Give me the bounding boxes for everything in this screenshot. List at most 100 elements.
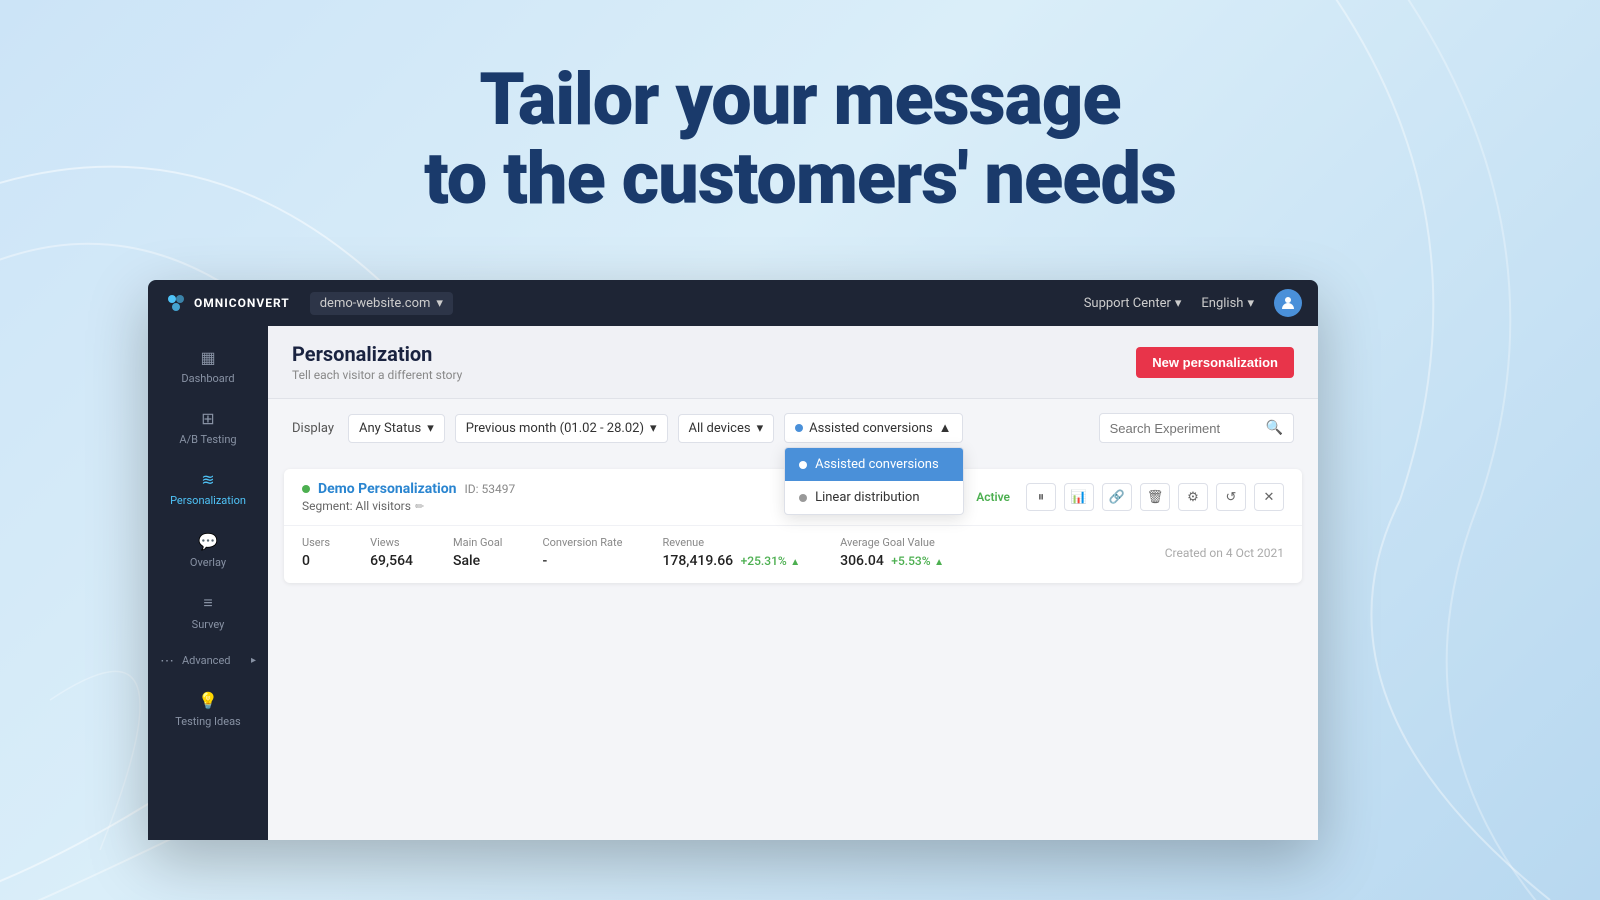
users-value: 0 — [302, 553, 330, 569]
created-date: Created on 4 Oct 2021 — [1165, 546, 1284, 560]
sidebar-label-advanced: Advanced — [182, 654, 230, 667]
device-filter[interactable]: All devices ▾ — [678, 414, 775, 443]
conv-rate-label: Conversion Rate — [542, 536, 622, 549]
filter-bar: Display Any Status ▾ Previous month (01.… — [268, 399, 1318, 457]
hero-line1: Tailor your message — [479, 57, 1120, 142]
delete-button[interactable]: 🗑 — [1140, 483, 1170, 511]
sidebar-item-overlay[interactable]: 💬 Overlay — [148, 520, 268, 581]
user-avatar[interactable] — [1274, 289, 1302, 317]
stat-views: Views 69,564 — [370, 536, 413, 569]
sidebar-label-survey: Survey — [192, 618, 225, 631]
dropdown-item-assisted[interactable]: Assisted conversions — [785, 448, 963, 481]
avg-goal-label: Average Goal Value — [840, 536, 944, 549]
refresh-button[interactable]: ↺ — [1216, 483, 1246, 511]
stat-goal: Main Goal Sale — [453, 536, 503, 569]
sidebar-label-overlay: Overlay — [190, 556, 226, 569]
top-navigation: OMNICONVERT demo-website.com ▾ Support C… — [148, 280, 1318, 326]
views-value: 69,564 — [370, 553, 413, 569]
views-label: Views — [370, 536, 413, 549]
conversion-dropdown-menu: Assisted conversions Linear distribution — [784, 447, 964, 515]
date-range-filter[interactable]: Previous month (01.02 - 28.02) ▾ — [455, 414, 668, 443]
conversion-label: Assisted conversions — [809, 421, 933, 436]
avg-goal-pct: +5.53% — [891, 554, 930, 568]
display-label: Display — [292, 421, 334, 436]
users-label: Users — [302, 536, 330, 549]
conversion-dot-icon — [795, 424, 803, 432]
lang-label: English — [1201, 296, 1243, 311]
sidebar-item-testing-ideas[interactable]: 💡 Testing Ideas — [148, 679, 268, 740]
sidebar-item-survey[interactable]: ≡ Survey — [148, 581, 268, 643]
experiment-info: Demo Personalization ID: 53497 Segment: … — [302, 481, 515, 513]
close-button[interactable]: ✕ — [1254, 483, 1284, 511]
advanced-arrow: ▸ — [251, 655, 256, 666]
chart-button[interactable]: 📊 — [1064, 483, 1094, 511]
experiment-name-row: Demo Personalization ID: 53497 — [302, 481, 515, 497]
page-title: Personalization — [292, 342, 462, 366]
testing-ideas-icon: 💡 — [198, 691, 218, 710]
settings-button[interactable]: ⚙ — [1178, 483, 1208, 511]
language-selector[interactable]: English ▾ — [1201, 296, 1254, 311]
search-input[interactable] — [1110, 421, 1260, 436]
experiment-actions: Active ⏸ 📊 🔗 🗑 ⚙ ↺ ✕ — [976, 483, 1284, 511]
device-value: All devices — [689, 421, 751, 436]
conv-rate-value: - — [542, 553, 622, 569]
conversion-filter-container: Assisted conversions ▲ Assisted conversi… — [784, 413, 962, 443]
search-box[interactable]: 🔍 — [1099, 413, 1294, 443]
revenue-pct: +25.31% — [741, 554, 787, 568]
dashboard-icon: ▦ — [200, 348, 215, 367]
revenue-arrow-icon: ▲ — [790, 557, 800, 568]
survey-icon: ≡ — [203, 593, 212, 613]
status-chevron: ▾ — [427, 421, 434, 436]
sidebar: ▦ Dashboard ⊞ A/B Testing ≋ Personalizat… — [148, 326, 268, 840]
page-title-block: Personalization Tell each visitor a diff… — [292, 342, 462, 382]
hero-line2: to the customers' needs — [424, 136, 1176, 221]
status-badge: Active — [976, 490, 1010, 504]
experiment-status-dot — [302, 485, 310, 493]
sidebar-label-dashboard: Dashboard — [181, 372, 234, 385]
status-filter[interactable]: Any Status ▾ — [348, 414, 445, 443]
hero-section: Tailor your message to the customers' ne… — [350, 60, 1250, 218]
experiment-name[interactable]: Demo Personalization — [318, 481, 456, 497]
segment-edit-icon[interactable]: ✏ — [415, 500, 424, 513]
personalization-icon: ≋ — [201, 470, 214, 489]
overlay-icon: 💬 — [198, 532, 218, 551]
sidebar-label-testing-ideas: Testing Ideas — [175, 715, 240, 728]
domain-selector[interactable]: demo-website.com ▾ — [310, 292, 453, 315]
main-content: Personalization Tell each visitor a diff… — [268, 326, 1318, 840]
link-button[interactable]: 🔗 — [1102, 483, 1132, 511]
sidebar-item-dashboard[interactable]: ▦ Dashboard — [148, 336, 268, 397]
support-center-button[interactable]: Support Center ▾ — [1084, 296, 1182, 311]
logo-text: OMNICONVERT — [194, 296, 290, 310]
sidebar-label-personalization: Personalization — [170, 494, 246, 507]
new-personalization-button[interactable]: New personalization — [1136, 347, 1294, 378]
goal-label: Main Goal — [453, 536, 503, 549]
support-chevron: ▾ — [1175, 296, 1182, 311]
stat-revenue: Revenue 178,419.66 +25.31% ▲ — [662, 536, 800, 569]
conversion-filter[interactable]: Assisted conversions ▲ — [784, 413, 962, 443]
device-chevron: ▾ — [757, 421, 764, 436]
domain-chevron: ▾ — [436, 296, 443, 311]
conversion-chevron: ▲ — [939, 420, 952, 436]
date-chevron: ▾ — [650, 421, 657, 436]
dropdown-item-linear[interactable]: Linear distribution — [785, 481, 963, 514]
abtesting-icon: ⊞ — [201, 409, 214, 428]
experiment-segment: Segment: All visitors ✏ — [302, 499, 515, 513]
domain-label: demo-website.com — [320, 296, 431, 311]
avg-goal-arrow-icon: ▲ — [934, 557, 944, 568]
sidebar-item-personalization[interactable]: ≋ Personalization — [148, 458, 268, 519]
advanced-left: ⋯ Advanced — [160, 653, 230, 669]
stat-avg-goal: Average Goal Value 306.04 +5.53% ▲ — [840, 536, 944, 569]
segment-label: Segment: All visitors — [302, 499, 411, 513]
sidebar-item-abtesting[interactable]: ⊞ A/B Testing — [148, 397, 268, 458]
sidebar-item-advanced[interactable]: ⋯ Advanced ▸ — [148, 643, 268, 679]
topnav-right: Support Center ▾ English ▾ — [1084, 289, 1302, 317]
assisted-dot — [799, 461, 807, 469]
app-window: OMNICONVERT demo-website.com ▾ Support C… — [148, 280, 1318, 840]
goal-value: Sale — [453, 553, 503, 569]
revenue-label: Revenue — [662, 536, 800, 549]
app-logo: OMNICONVERT — [164, 291, 290, 315]
support-label: Support Center — [1084, 296, 1171, 311]
search-icon: 🔍 — [1266, 420, 1283, 436]
pause-button[interactable]: ⏸ — [1026, 483, 1056, 511]
dropdown-label-assisted: Assisted conversions — [815, 457, 939, 472]
